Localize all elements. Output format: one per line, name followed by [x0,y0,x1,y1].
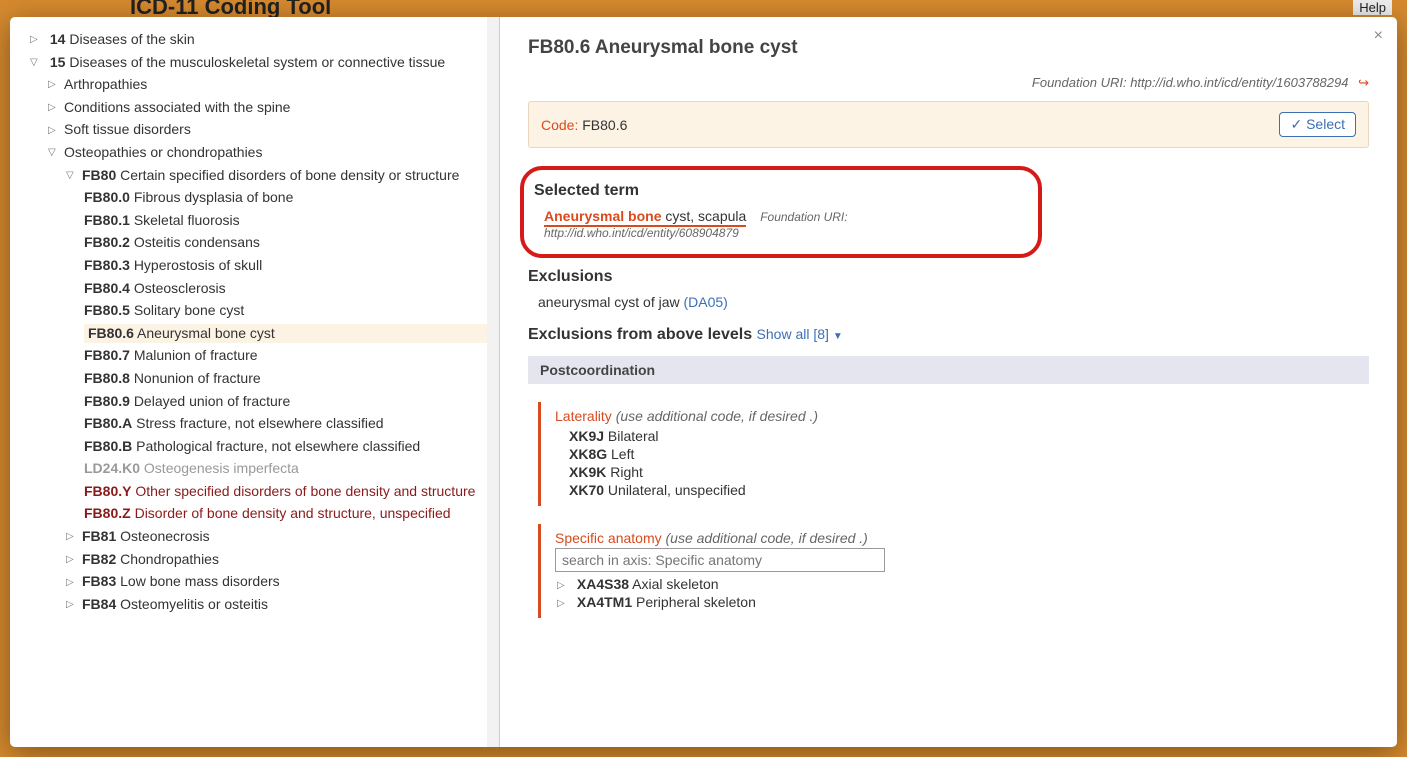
selected-term-highlight: Selected term Aneurysmal bone cyst, scap… [520,166,1042,258]
tree-item-fb81[interactable]: ▷FB81 Osteonecrosis [66,527,489,547]
axis-hint: (use additional code, if desired .) [666,530,868,546]
code-box: Code: FB80.6 ✓ Select [528,101,1369,148]
selected-term-heading: Selected term [534,182,1022,200]
chevron-right-icon[interactable]: ▷ [557,580,569,591]
axis-option[interactable]: ▷ XA4TM1 Peripheral skeleton [557,594,1369,610]
exclusion-item: aneurysmal cyst of jaw (DA05) [538,294,1369,310]
tree-item[interactable]: FB80.A Stress fracture, not elsewhere cl… [84,414,489,434]
entity-title: FB80.6 Aneurysmal bone cyst [528,37,1369,59]
chevron-right-icon[interactable]: ▷ [48,124,60,138]
modal: × ▷ 14 Diseases of the skin ▽ 15 Disease… [10,17,1397,747]
tree-item-fb83[interactable]: ▷FB83 Low bone mass disorders [66,572,489,592]
tree-item-fb82[interactable]: ▷FB82 Chondropathies [66,550,489,570]
chevron-right-icon[interactable]: ▷ [66,598,78,612]
tree-item[interactable]: ▷Arthropathies [48,75,489,95]
tree-item[interactable]: FB80.5 Solitary bone cyst [84,301,489,321]
tree-item-fb80[interactable]: ▽FB80 Certain specified disorders of bon… [66,166,489,525]
code-label: Code: [541,117,578,133]
exclusion-code-link[interactable]: (DA05) [684,294,728,310]
axis-option[interactable]: ▷ XA4S38 Axial skeleton [557,576,1369,592]
tree-item-residual[interactable]: FB80.Z Disorder of bone density and stru… [84,504,489,524]
tree-item[interactable]: FB80.7 Malunion of fracture [84,346,489,366]
detail-pane: FB80.6 Aneurysmal bone cyst Foundation U… [500,17,1397,747]
help-button[interactable]: Help [1353,0,1392,15]
chevron-right-icon[interactable]: ▷ [48,78,60,92]
chapter-14[interactable]: ▷ 14 Diseases of the skin [30,30,489,50]
tree-item[interactable]: ▷Soft tissue disorders [48,120,489,140]
chevron-right-icon[interactable]: ▷ [66,553,78,567]
chevron-down-icon: ▼ [833,331,843,342]
code-value: FB80.6 [582,117,627,133]
axis-option[interactable]: XK9J Bilateral [569,428,1369,444]
chevron-down-icon[interactable]: ▽ [30,56,42,70]
chevron-right-icon[interactable]: ▷ [30,33,42,47]
tree-item-fb84[interactable]: ▷FB84 Osteomyelitis or osteitis [66,595,489,615]
tree-item[interactable]: FB80.2 Osteitis condensans [84,233,489,253]
axis-option[interactable]: XK70 Unilateral, unspecified [569,482,1369,498]
close-icon[interactable]: × [1374,27,1383,45]
axis-laterality: Laterality (use additional code, if desi… [538,402,1369,506]
tree-item[interactable]: FB80.B Pathological fracture, not elsewh… [84,437,489,457]
exclusions-above-heading: Exclusions from above levels Show all [8… [528,326,1369,344]
tree-item[interactable]: ▽Osteopathies or chondropathies ▽FB80 Ce… [48,143,489,614]
chevron-right-icon[interactable]: ▷ [48,101,60,115]
tree-item[interactable]: FB80.4 Osteosclerosis [84,279,489,299]
axis-option[interactable]: XK9K Right [569,464,1369,480]
exclusions-heading: Exclusions [528,268,1369,286]
axis-search-input[interactable] [555,548,885,572]
axis-option[interactable]: XK8G Left [569,446,1369,462]
tree-item[interactable]: FB80.8 Nonunion of fracture [84,369,489,389]
tree-item[interactable]: FB80.6 Aneurysmal bone cyst [84,324,489,344]
axis-title: Laterality [555,408,612,424]
select-button[interactable]: ✓ Select [1279,112,1356,137]
hierarchy-tree: ▷ 14 Diseases of the skin ▽ 15 Diseases … [10,17,500,747]
tree-item[interactable]: ▷Conditions associated with the spine [48,98,489,118]
chevron-right-icon[interactable]: ▷ [66,576,78,590]
selected-term[interactable]: Aneurysmal bone cyst, scapula Foundation… [544,208,1022,240]
tree-item[interactable]: FB80.3 Hyperostosis of skull [84,256,489,276]
tree-item[interactable]: FB80.0 Fibrous dysplasia of bone [84,188,489,208]
tree-item[interactable]: FB80.1 Skeletal fluorosis [84,211,489,231]
chevron-down-icon[interactable]: ▽ [66,169,78,183]
tree-item[interactable]: FB80.9 Delayed union of fracture [84,392,489,412]
axis-title: Specific anatomy [555,530,662,546]
postcoordination-heading: Postcoordination [528,356,1369,384]
external-link-icon[interactable]: ↪ [1358,75,1369,90]
foundation-uri: Foundation URI: http://id.who.int/icd/en… [528,75,1369,91]
chevron-right-icon[interactable]: ▷ [66,530,78,544]
chapter-15[interactable]: ▽ 15 Diseases of the musculoskeletal sys… [30,53,489,615]
show-all-link[interactable]: Show all [8] ▼ [757,326,843,342]
tree-item-residual[interactable]: FB80.Y Other specified disorders of bone… [84,482,489,502]
axis-hint: (use additional code, if desired .) [616,408,818,424]
chevron-right-icon[interactable]: ▷ [557,598,569,609]
tree-item-grey[interactable]: LD24.K0 Osteogenesis imperfecta [84,459,489,479]
axis-specific-anatomy: Specific anatomy (use additional code, i… [538,524,1369,618]
chevron-down-icon[interactable]: ▽ [48,146,60,160]
